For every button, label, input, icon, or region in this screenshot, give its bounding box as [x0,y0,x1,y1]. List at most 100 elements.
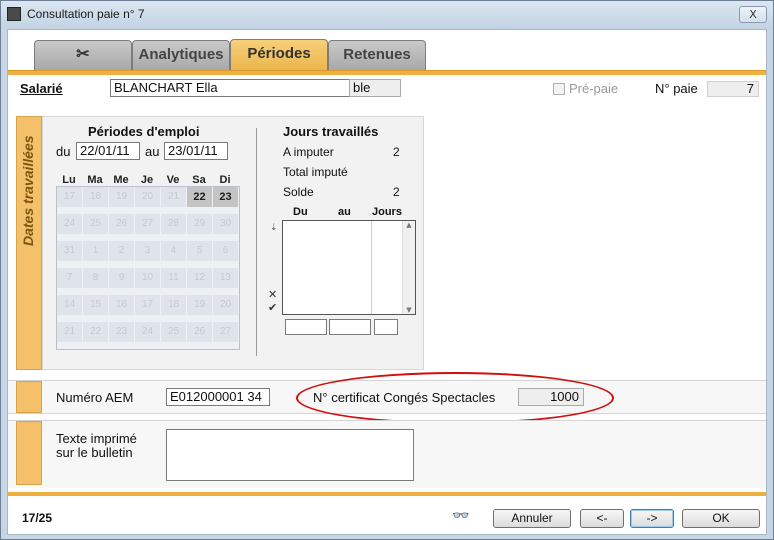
calendar-day[interactable]: 6 [213,241,238,261]
calendar-day[interactable]: 4 [161,241,186,261]
calendar-day[interactable]: 27 [213,322,238,342]
calendar-day[interactable]: 28 [161,214,186,234]
numero-aem-label: Numéro AEM [56,390,134,405]
tab-underline [8,70,766,75]
a-imputer-value: 2 [393,145,400,159]
scroll-up-icon[interactable]: ▲ [403,221,415,229]
insert-row-icon[interactable]: ⇣ [270,223,278,233]
solde-label: Solde [283,185,314,199]
tab-analytiques[interactable]: Analytiques [132,40,230,70]
tab-retenues[interactable]: Retenues [328,40,426,70]
scissors-icon: ✂ [76,46,90,63]
calendar-day[interactable]: 23 [109,322,134,342]
list-scrollbar[interactable]: ▲ ▼ [402,221,415,314]
calendar-day[interactable]: 14 [57,295,82,315]
prev-button[interactable]: <- [580,509,624,528]
calendar-day[interactable]: 17 [135,295,160,315]
weekday-header: Je [140,174,154,186]
calendar-day[interactable]: 26 [109,214,134,234]
npaie-value: 7 [707,81,759,97]
calendar-day[interactable]: 23 [213,187,238,207]
prepaie-label: Pré-paie [569,81,619,96]
prepaie-checkbox[interactable] [553,83,565,95]
list-header-jours: Jours [372,206,402,218]
annuler-button[interactable]: Annuler [493,509,571,528]
window: Consultation paie n° 7 X ✂ Analytiques P… [0,0,774,540]
au-date-field[interactable]: 23/01/11 [164,142,228,160]
list-header-au: au [338,206,351,218]
calendar-day[interactable]: 8 [83,268,108,288]
calendar-day[interactable]: 3 [135,241,160,261]
calendar-day[interactable]: 25 [83,214,108,234]
calendar-day[interactable]: 18 [83,187,108,207]
list-header-du: Du [293,206,308,218]
calendar-day[interactable]: 20 [135,187,160,207]
salarie-code-field[interactable]: ble [349,79,401,97]
calendar-day[interactable]: 21 [161,187,186,207]
new-jours-field[interactable] [374,319,398,335]
du-date-field[interactable]: 22/01/11 [76,142,140,160]
calendar-day[interactable]: 30 [213,214,238,234]
calendar-day[interactable]: 5 [187,241,212,261]
salarie-label[interactable]: Salarié [20,81,63,96]
calendar-day[interactable]: 1 [83,241,108,261]
salarie-name-field[interactable]: BLANCHART Ella [110,79,350,97]
weekday-header: Lu [62,174,76,186]
calendar-day[interactable]: 9 [109,268,134,288]
glasses-icon[interactable]: 👓 [452,508,469,524]
client-area: ✂ Analytiques Périodes Retenues Salarié … [7,29,767,535]
annotation-ellipse [296,372,614,424]
npaie-label: N° paie [655,81,698,96]
record-counter: 17/25 [22,511,53,525]
calendar-day[interactable]: 19 [109,187,134,207]
weekday-header: Ma [87,174,103,186]
scroll-down-icon[interactable]: ▼ [403,306,415,314]
texte-label-line2: sur le bulletin [56,445,133,460]
window-title: Consultation paie n° 7 [27,7,145,21]
calendar-day[interactable]: 17 [57,187,82,207]
weekday-header: Me [113,174,129,186]
close-button[interactable]: X [739,6,767,23]
new-du-field[interactable] [285,319,327,335]
periodes-title: Périodes d'emploi [88,124,200,139]
calendar-day[interactable]: 11 [161,268,186,288]
texte-field[interactable] [166,429,414,481]
tab-periodes[interactable]: Périodes [230,39,328,71]
next-button[interactable]: -> [630,509,674,528]
footer-bar [8,492,766,496]
texte-label-line1: Texte imprimé [56,431,137,446]
calendar-day[interactable]: 13 [213,268,238,288]
ok-button[interactable]: OK [682,509,760,528]
calendar-day[interactable]: 7 [57,268,82,288]
calendar-day[interactable]: 24 [57,214,82,234]
calendar-day[interactable]: 2 [109,241,134,261]
calendar-day[interactable]: 18 [161,295,186,315]
calendar-day[interactable]: 22 [187,187,212,207]
calendar-day[interactable]: 16 [109,295,134,315]
tab-general[interactable]: ✂ [34,40,132,70]
solde-value: 2 [393,185,400,199]
delete-row-icon[interactable]: ✕ [268,288,277,301]
calendar-day[interactable]: 12 [187,268,212,288]
aem-strip [16,381,42,413]
calendar-day[interactable]: 31 [57,241,82,261]
au-label: au [145,144,160,159]
total-impute-label: Total imputé [283,165,348,179]
calendar-day[interactable]: 29 [187,214,212,234]
numero-aem-field[interactable]: E012000001 34 [166,388,270,406]
new-au-field[interactable] [329,319,371,335]
calendar-day[interactable]: 15 [83,295,108,315]
calendar-day[interactable]: 19 [187,295,212,315]
calendar-day[interactable]: 21 [57,322,82,342]
jours-title: Jours travaillés [283,124,379,139]
weekday-header: Sa [192,174,206,186]
validate-row-icon[interactable]: ✔ [268,301,277,314]
calendar-day[interactable]: 20 [213,295,238,315]
calendar-day[interactable]: 10 [135,268,160,288]
calendar-day[interactable]: 25 [161,322,186,342]
calendar-day[interactable]: 26 [187,322,212,342]
jours-list[interactable]: ▲ ▼ [282,220,416,315]
calendar-day[interactable]: 24 [135,322,160,342]
calendar-day[interactable]: 22 [83,322,108,342]
calendar-day[interactable]: 27 [135,214,160,234]
